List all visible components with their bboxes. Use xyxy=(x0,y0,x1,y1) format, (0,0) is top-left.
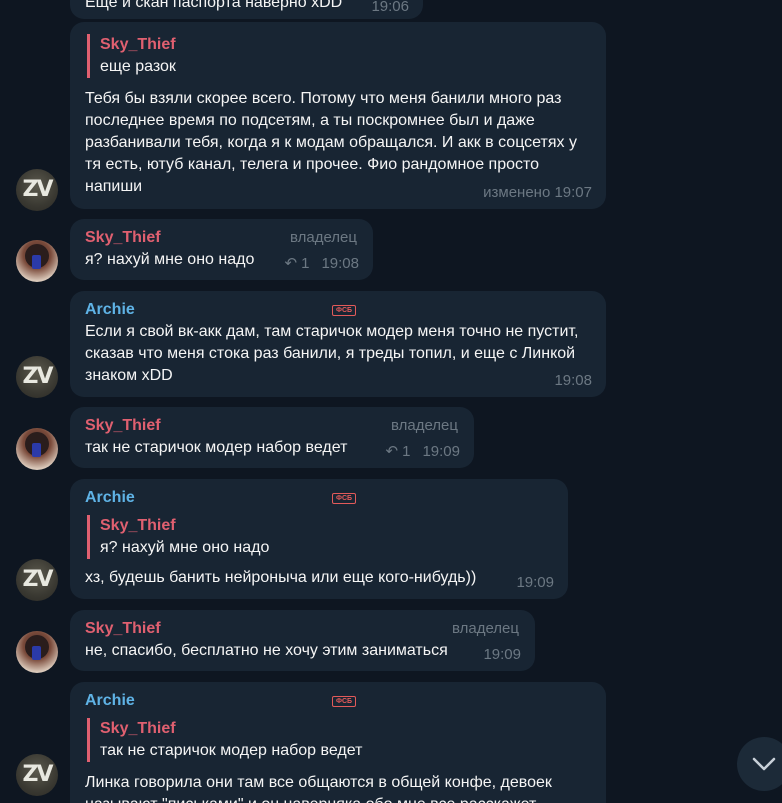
message-text: Линка говорила они там все общаются в об… xyxy=(85,774,552,803)
avatar-image-detail xyxy=(32,646,41,660)
avatar[interactable] xyxy=(16,428,58,470)
message-bubble[interactable]: Archie ФСБ Sky_Thief я? нахуй мне оно на… xyxy=(70,479,568,599)
message-time: изменено 19:07 xyxy=(483,184,592,201)
avatar[interactable] xyxy=(16,631,58,673)
chevron-down-icon xyxy=(752,757,776,771)
message-time: 19:09 xyxy=(483,646,521,663)
reply-arrow-icon[interactable]: ↶ xyxy=(285,255,298,272)
status-badge: ФСБ xyxy=(332,493,356,504)
avatar[interactable] xyxy=(16,240,58,282)
message-bubble[interactable]: Sky_Thief владелец я? нахуй мне оно надо… xyxy=(70,219,373,280)
avatar-initials: ZV xyxy=(22,567,54,592)
message-text: Если я свой вк-акк дам, там старичок мод… xyxy=(85,323,579,384)
message-bubble[interactable]: Sky_Thief владелец не, спасибо, бесплатн… xyxy=(70,610,535,671)
message-time: 19:08 xyxy=(321,255,359,272)
message-bubble[interactable]: Еще и скан паспорта наверно xDD 19:06 xyxy=(70,0,423,19)
message-author[interactable]: Archie xyxy=(85,487,554,509)
avatar[interactable]: ZV xyxy=(16,169,58,211)
reply-count[interactable]: 1 xyxy=(402,443,410,460)
avatar[interactable]: ZV xyxy=(16,754,58,796)
message-text: Тебя бы взяли скорее всего. Потому что м… xyxy=(85,90,577,195)
reply-quote-text: так не старичок модер набор ведет xyxy=(100,742,363,759)
message-meta: ↶ 1 19:09 xyxy=(386,442,460,462)
avatar[interactable]: ZV xyxy=(16,559,58,601)
avatar-initials: ZV xyxy=(22,364,54,389)
reply-quote[interactable]: Sky_Thief так не старичок модер набор ве… xyxy=(87,718,592,762)
message-time: 19:06 xyxy=(371,0,409,15)
reply-quote-author: Sky_Thief xyxy=(100,517,176,534)
status-badge: ФСБ xyxy=(332,696,356,707)
status-badge: ФСБ xyxy=(332,305,356,316)
reply-quote-author: Sky_Thief xyxy=(100,720,176,737)
chat-history[interactable]: Еще и скан паспорта наверно xDD 19:06 Sk… xyxy=(0,0,782,803)
avatar-image-detail xyxy=(32,255,41,269)
message-text: хз, будешь банить нейроныча или еще кого… xyxy=(85,569,477,586)
role-label: владелец xyxy=(451,620,519,637)
message-time: 19:08 xyxy=(554,372,592,389)
message-text: не, спасибо, бесплатно не хочу этим зани… xyxy=(85,642,448,659)
role-label: владелец xyxy=(390,417,458,434)
reply-quote-text: еще разок xyxy=(100,58,176,75)
message-bubble[interactable]: Archie ФСБ Если я свой вк-акк дам, там с… xyxy=(70,291,606,397)
message-bubble[interactable]: Archie ФСБ Sky_Thief так не старичок мод… xyxy=(70,682,606,803)
message-bubble[interactable]: Sky_Thief еще разок Тебя бы взяли скорее… xyxy=(70,22,606,209)
avatar-initials: ZV xyxy=(22,177,54,202)
reply-quote-author: Sky_Thief xyxy=(100,36,176,53)
message-text: Еще и скан паспорта наверно xDD xyxy=(85,0,343,11)
message-time: 19:09 xyxy=(422,443,460,460)
scroll-to-bottom-button[interactable] xyxy=(737,737,782,791)
role-label: владелец xyxy=(289,229,357,246)
message-meta: ↶ 1 19:08 xyxy=(285,254,359,274)
reply-count[interactable]: 1 xyxy=(301,255,309,272)
avatar-initials: ZV xyxy=(22,762,54,787)
message-time: 19:09 xyxy=(516,574,554,591)
reply-arrow-icon[interactable]: ↶ xyxy=(386,443,399,460)
avatar[interactable]: ZV xyxy=(16,356,58,398)
avatar-image-detail xyxy=(32,443,41,457)
reply-quote-text: я? нахуй мне оно надо xyxy=(100,539,270,556)
reply-quote[interactable]: Sky_Thief еще разок xyxy=(87,34,592,78)
reply-quote[interactable]: Sky_Thief я? нахуй мне оно надо xyxy=(87,515,554,559)
message-bubble[interactable]: Sky_Thief владелец так не старичок модер… xyxy=(70,407,474,468)
